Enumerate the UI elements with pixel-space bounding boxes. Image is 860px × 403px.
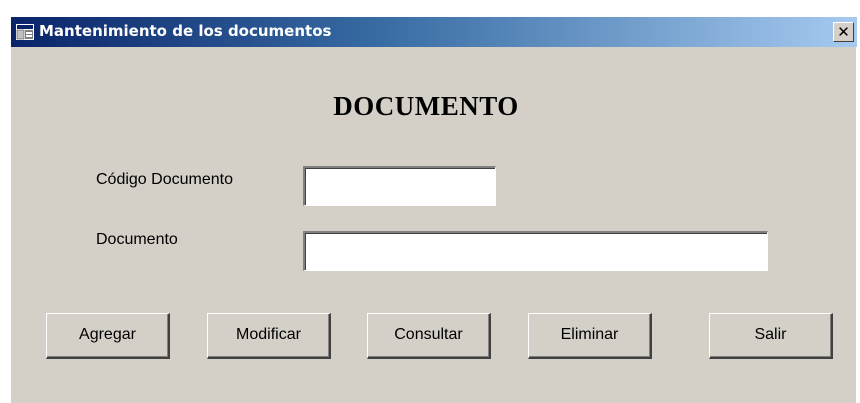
maintenance-window: Mantenimiento de los documentos ✕ DOCUME… xyxy=(10,17,857,403)
delete-button[interactable]: Eliminar xyxy=(528,313,652,359)
query-button[interactable]: Consultar xyxy=(367,313,491,359)
document-name-label: Documento xyxy=(96,231,178,248)
modify-button[interactable]: Modificar xyxy=(207,313,331,359)
add-button[interactable]: Agregar xyxy=(46,313,170,359)
window-title: Mantenimiento de los documentos xyxy=(39,22,332,40)
title-bar[interactable]: Mantenimiento de los documentos ✕ xyxy=(11,17,857,47)
application-window-icon xyxy=(16,24,34,40)
document-code-input[interactable] xyxy=(303,166,496,206)
exit-button[interactable]: Salir xyxy=(709,313,833,359)
close-icon: ✕ xyxy=(837,23,850,41)
form-heading: DOCUMENTO xyxy=(333,91,519,121)
document-name-input[interactable] xyxy=(303,231,768,271)
document-code-label: Código Documento xyxy=(96,171,233,188)
close-button[interactable]: ✕ xyxy=(833,22,854,42)
